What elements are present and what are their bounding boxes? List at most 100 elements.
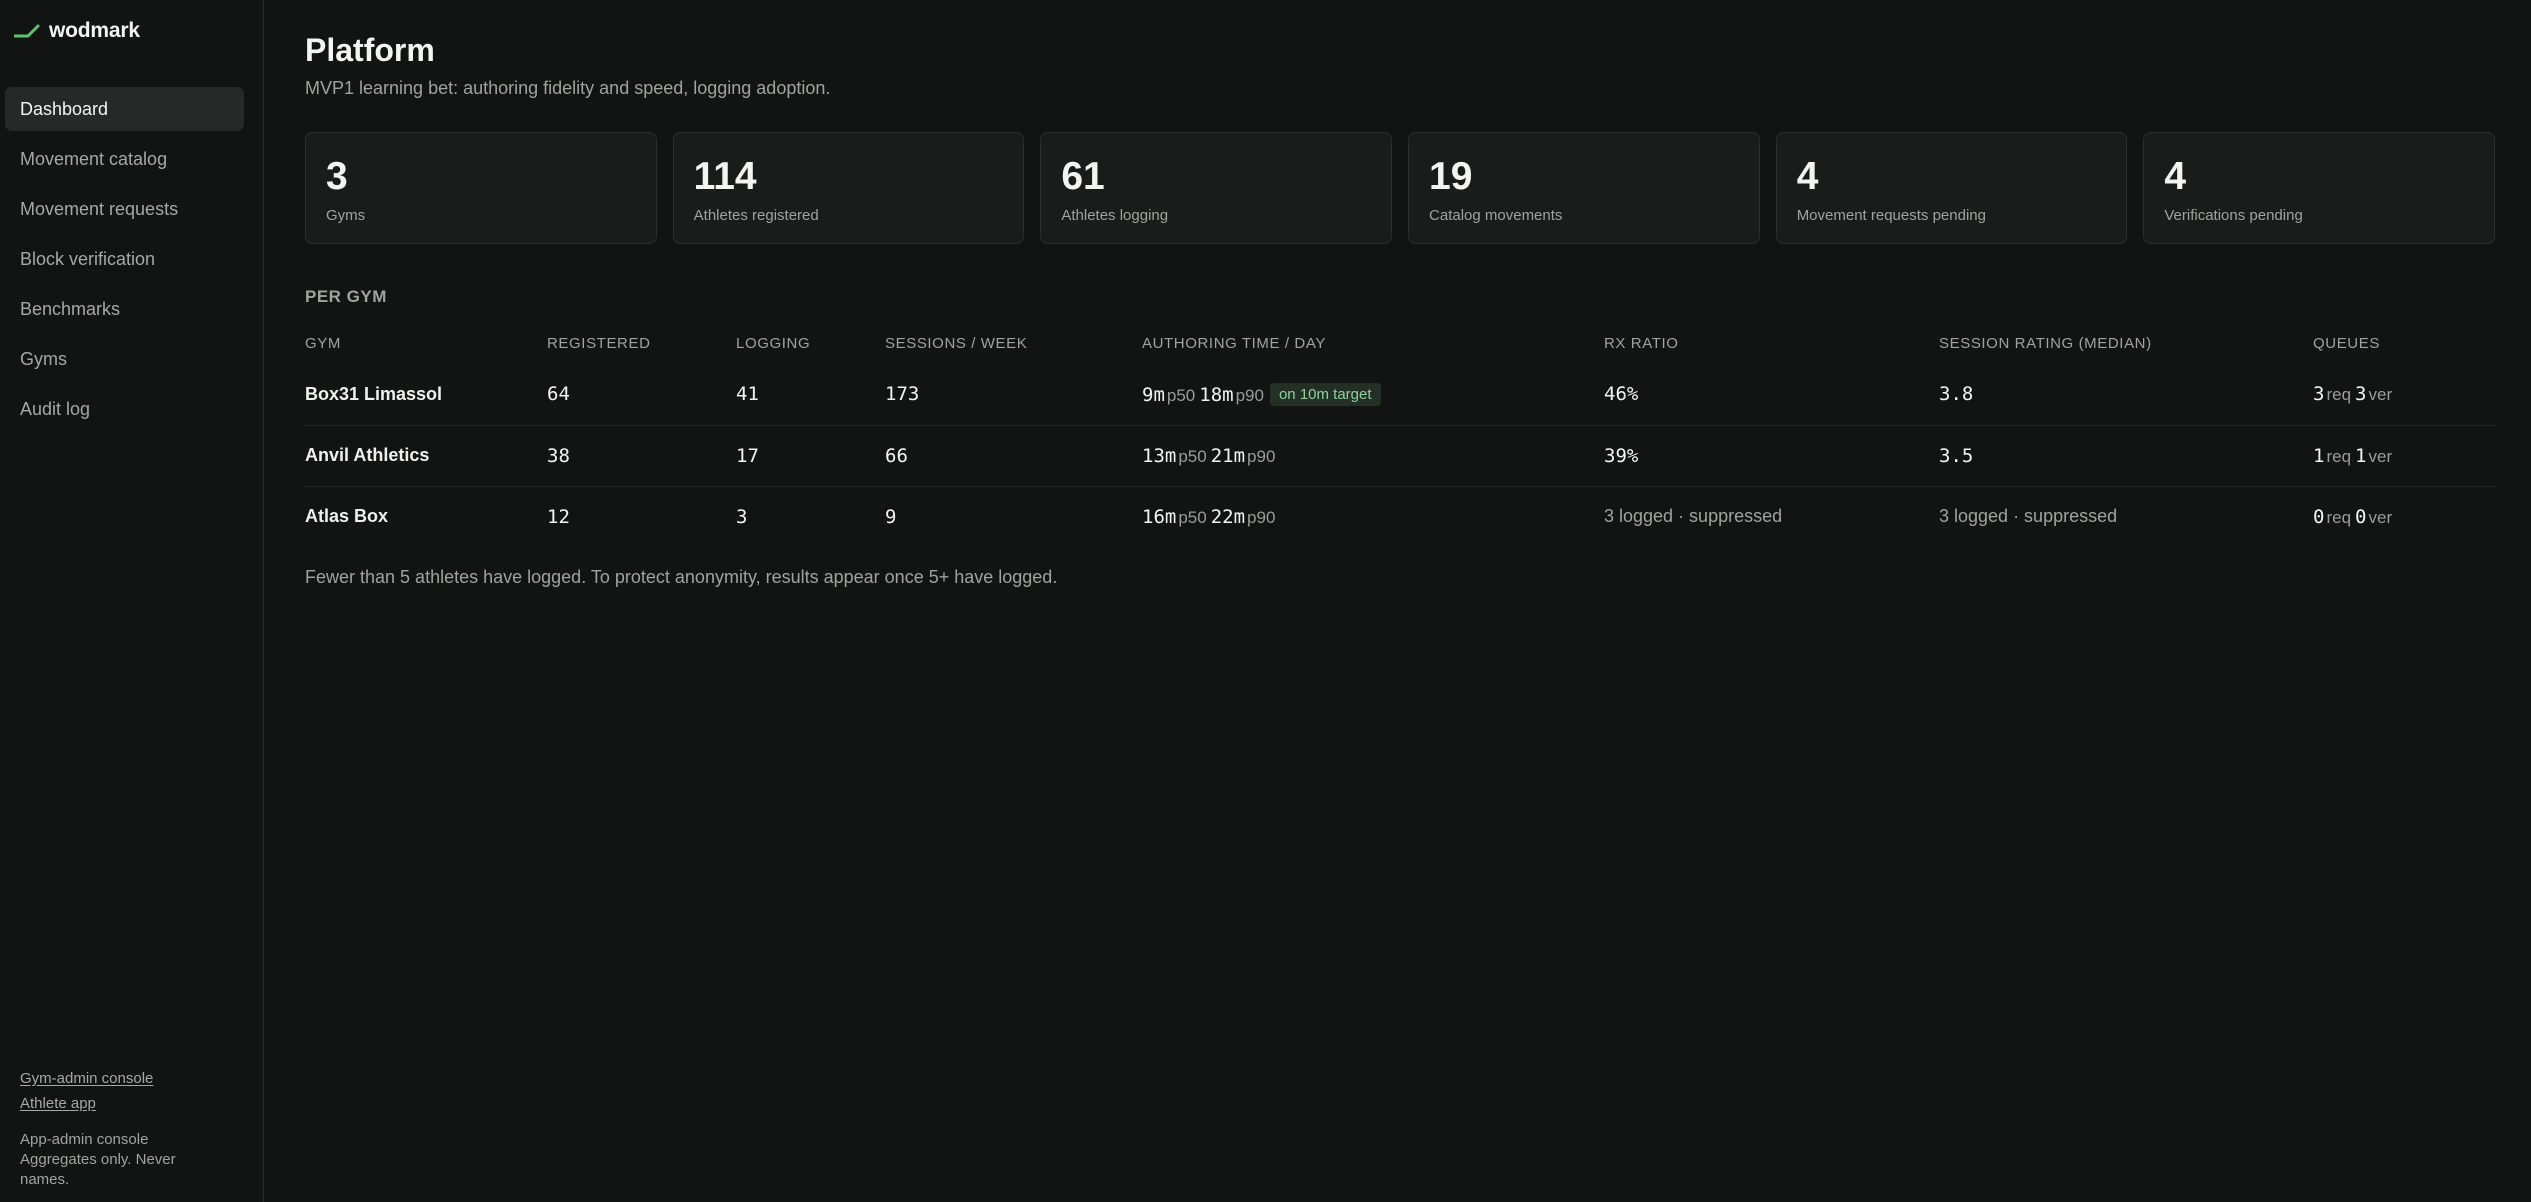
stat-label: Verifications pending [2164,207,2303,224]
ver-count: 1 [2355,444,2367,467]
sidebar-nav: Dashboard Movement catalog Movement requ… [5,87,244,437]
req-label: req [2326,446,2352,466]
column-header-sessions-week[interactable]: SESSIONS / WEEK [885,322,1142,364]
gym-name[interactable]: Box31 Limassol [305,364,547,426]
sessions-value: 173 [885,383,920,406]
stat-label: Catalog movements [1429,207,1563,224]
session-rating-value: 3.8 [1939,383,1974,406]
authoring-time-cell: 16m p50 22m p90 [1142,486,1604,547]
session-rating-value: 3.5 [1939,444,1974,467]
table-row[interactable]: Atlas Box 12 3 9 16m p50 22m p90 3 logged ·… [305,486,2495,547]
sidebar-item-benchmarks[interactable]: Benchmarks [5,287,244,331]
authoring-time-cell: 13m p50 21m p90 [1142,425,1604,487]
queues-cell: 3 req 3 ver [2313,364,2495,426]
stat-value: 61 [1061,155,1105,198]
target-badge: on 10m target [1269,382,1381,406]
p90-value: 22m [1210,505,1246,528]
stat-label: Athletes registered [693,207,819,224]
sessions-value: 9 [885,505,897,528]
authoring-time-cell: 9m p50 18m p90 on 10m target [1142,364,1604,426]
per-gym-title: PER GYM [305,287,387,306]
stat-card-athletes-logging: 61 Athletes logging [1040,132,1393,244]
req-label: req [2326,385,2352,405]
sidebar-item-gyms[interactable]: Gyms [5,337,244,381]
table-header-row: GYM REGISTERED LOGGING SESSIONS / WEEK A… [305,322,2495,364]
column-header-authoring-time[interactable]: AUTHORING TIME / DAY [1142,322,1604,364]
stat-label: Movement requests pending [1796,207,1986,224]
stat-label: Athletes logging [1061,207,1169,224]
queues-cell: 0 req 0 ver [2313,486,2495,547]
req-count: 3 [2313,383,2325,406]
p90-value: 18m [1199,383,1234,406]
table-row[interactable]: Box31 Limassol 64 41 173 9m p50 18m p90 on 1… [305,364,2495,426]
p90-label: p90 [1247,446,1276,466]
column-header-gym[interactable]: GYM [305,322,547,364]
sidebar-footer: Gym-admin console Athlete app App-admin … [20,1070,220,1190]
sidebar-item-movement-requests[interactable]: Movement requests [5,187,244,231]
logging-value: 17 [736,444,759,467]
stat-value: 4 [1796,155,1819,198]
req-count: 0 [2313,505,2325,528]
sidebar-item-block-verification[interactable]: Block verification [5,237,244,281]
stat-card-catalog-movements: 19 Catalog movements [1408,132,1760,244]
stats-row: 3 Gyms 114 Athletes registered 61 Athlet… [305,132,2496,244]
sidebar-item-dashboard[interactable]: Dashboard [5,87,244,131]
req-label: req [2326,507,2352,527]
rx-ratio-value: 39% [1604,444,1639,467]
gym-name[interactable]: Anvil Athletics [305,425,547,487]
registered-value: 64 [547,383,570,406]
logging-value: 41 [736,383,759,406]
registered-value: 12 [547,505,570,528]
rx-ratio-value: 46% [1604,383,1639,406]
app-name: wodmark [49,19,140,42]
sidebar-item-movement-catalog[interactable]: Movement catalog [5,137,244,181]
athlete-app-link[interactable]: Athlete app [20,1095,220,1112]
sidebar: wodmark Dashboard Movement catalog Movem… [0,0,264,1202]
p50-value: 9m [1142,383,1165,406]
p90-label: p90 [1247,507,1276,527]
stat-card-athletes-registered: 114 Athletes registered [672,132,1025,244]
page-title: Platform [305,32,435,68]
logging-value: 3 [736,505,748,528]
p50-label: p50 [1166,385,1196,405]
p50-label: p50 [1178,446,1207,466]
p50-value: 16m [1142,505,1177,528]
p90-label: p90 [1235,385,1264,405]
ver-label: ver [2368,385,2393,405]
stat-value: 4 [2164,155,2187,198]
stat-value: 19 [1429,155,1473,198]
console-note: App-admin console Aggregates only. Never… [20,1131,176,1188]
sessions-value: 66 [885,444,908,467]
stat-card-gyms: 3 Gyms [305,132,657,244]
p90-value: 21m [1210,444,1246,467]
p50-value: 13m [1142,444,1177,467]
table-row[interactable]: Anvil Athletics 38 17 66 13m p50 21m p90 39… [305,425,2495,487]
ver-label: ver [2368,446,2393,466]
column-header-session-rating[interactable]: SESSION RATING (MEDIAN) [1939,322,2313,364]
registered-value: 38 [547,444,570,467]
p50-label: p50 [1178,507,1207,527]
column-header-rx-ratio[interactable]: RX RATIO [1604,322,1939,364]
anonymity-note: Fewer than 5 athletes have logged. To pr… [305,567,1058,587]
stat-card-movement-requests-pending: 4 Movement requests pending [1775,132,2128,244]
stat-value: 3 [326,155,348,198]
per-gym-table: GYM REGISTERED LOGGING SESSIONS / WEEK A… [305,322,2495,547]
ver-count: 3 [2355,383,2367,406]
stat-value: 114 [693,155,757,198]
queues-cell: 1 req 1 ver [2313,425,2495,487]
session-rating-suppressed: 3 logged · suppressed [1939,506,2118,527]
req-count: 1 [2313,444,2325,467]
ver-count: 0 [2355,505,2367,528]
rx-ratio-suppressed: 3 logged · suppressed [1604,506,1783,527]
column-header-registered[interactable]: REGISTERED [547,322,736,364]
stat-label: Gyms [326,207,366,224]
ver-label: ver [2368,507,2393,527]
gym-admin-console-link[interactable]: Gym-admin console [20,1070,220,1087]
column-header-logging[interactable]: LOGGING [736,322,885,364]
sidebar-item-audit-log[interactable]: Audit log [5,387,244,431]
gym-name[interactable]: Atlas Box [305,486,547,547]
stat-card-verifications-pending: 4 Verifications pending [2143,132,2496,244]
column-header-queues[interactable]: QUEUES [2313,322,2495,364]
wodmark-logo-icon [14,24,40,38]
logo[interactable]: wodmark [14,16,140,46]
